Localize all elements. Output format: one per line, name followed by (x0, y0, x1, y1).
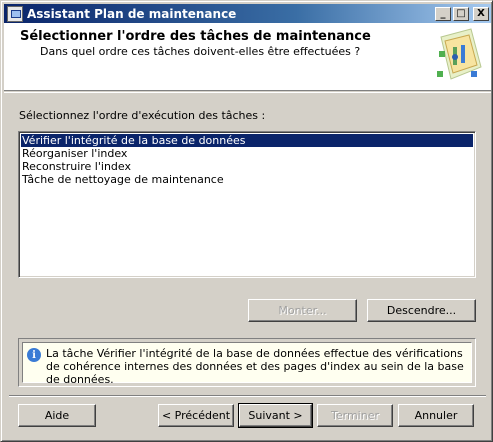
list-item-rebuild-index[interactable]: Reconstruire l'index (21, 160, 473, 173)
help-button[interactable]: Aide (18, 404, 96, 427)
minimize-button[interactable]: _ (435, 6, 451, 21)
close-button[interactable]: X (473, 6, 489, 21)
page-title: Sélectionner l'ordre des tâches de maint… (20, 29, 371, 44)
footer-separator (9, 395, 486, 397)
finish-button[interactable]: Terminer (317, 404, 393, 427)
list-item-cleanup-task[interactable]: Tâche de nettoyage de maintenance (21, 173, 473, 186)
task-order-label: Sélectionnez l'ordre d'exécution des tâc… (19, 109, 266, 122)
header-divider (4, 92, 491, 93)
window-title: Assistant Plan de maintenance (27, 6, 237, 21)
app-icon (7, 5, 23, 22)
previous-button[interactable]: < Précédent (158, 404, 234, 427)
task-order-list[interactable]: Vérifier l'intégrité de la base de donné… (18, 131, 476, 278)
page-subtitle: Dans quel ordre ces tâches doivent-elles… (40, 45, 361, 58)
wizard-window: Assistant Plan de maintenance _ □ X Séle… (0, 0, 493, 442)
list-item-check-integrity[interactable]: Vérifier l'intégrité de la base de donné… (21, 134, 473, 147)
title-bar[interactable]: Assistant Plan de maintenance _ □ X (4, 4, 491, 23)
info-text: La tâche Vérifier l'intégrité de la base… (46, 347, 464, 386)
wizard-banner-icon (437, 28, 482, 80)
maximize-button[interactable]: □ (453, 6, 469, 21)
list-item-reorganize-index[interactable]: Réorganiser l'index (21, 147, 473, 160)
next-button[interactable]: Suivant > (238, 403, 313, 428)
info-icon: i (27, 348, 41, 362)
move-up-button[interactable]: Monter... (248, 299, 357, 322)
wizard-header: Sélectionner l'ordre des tâches de maint… (4, 23, 491, 91)
move-down-button[interactable]: Descendre... (367, 299, 476, 322)
cancel-button[interactable]: Annuler (398, 404, 474, 427)
info-panel: i La tâche Vérifier l'intégrité de la ba… (18, 338, 476, 387)
info-box: i La tâche Vérifier l'intégrité de la ba… (22, 342, 472, 386)
